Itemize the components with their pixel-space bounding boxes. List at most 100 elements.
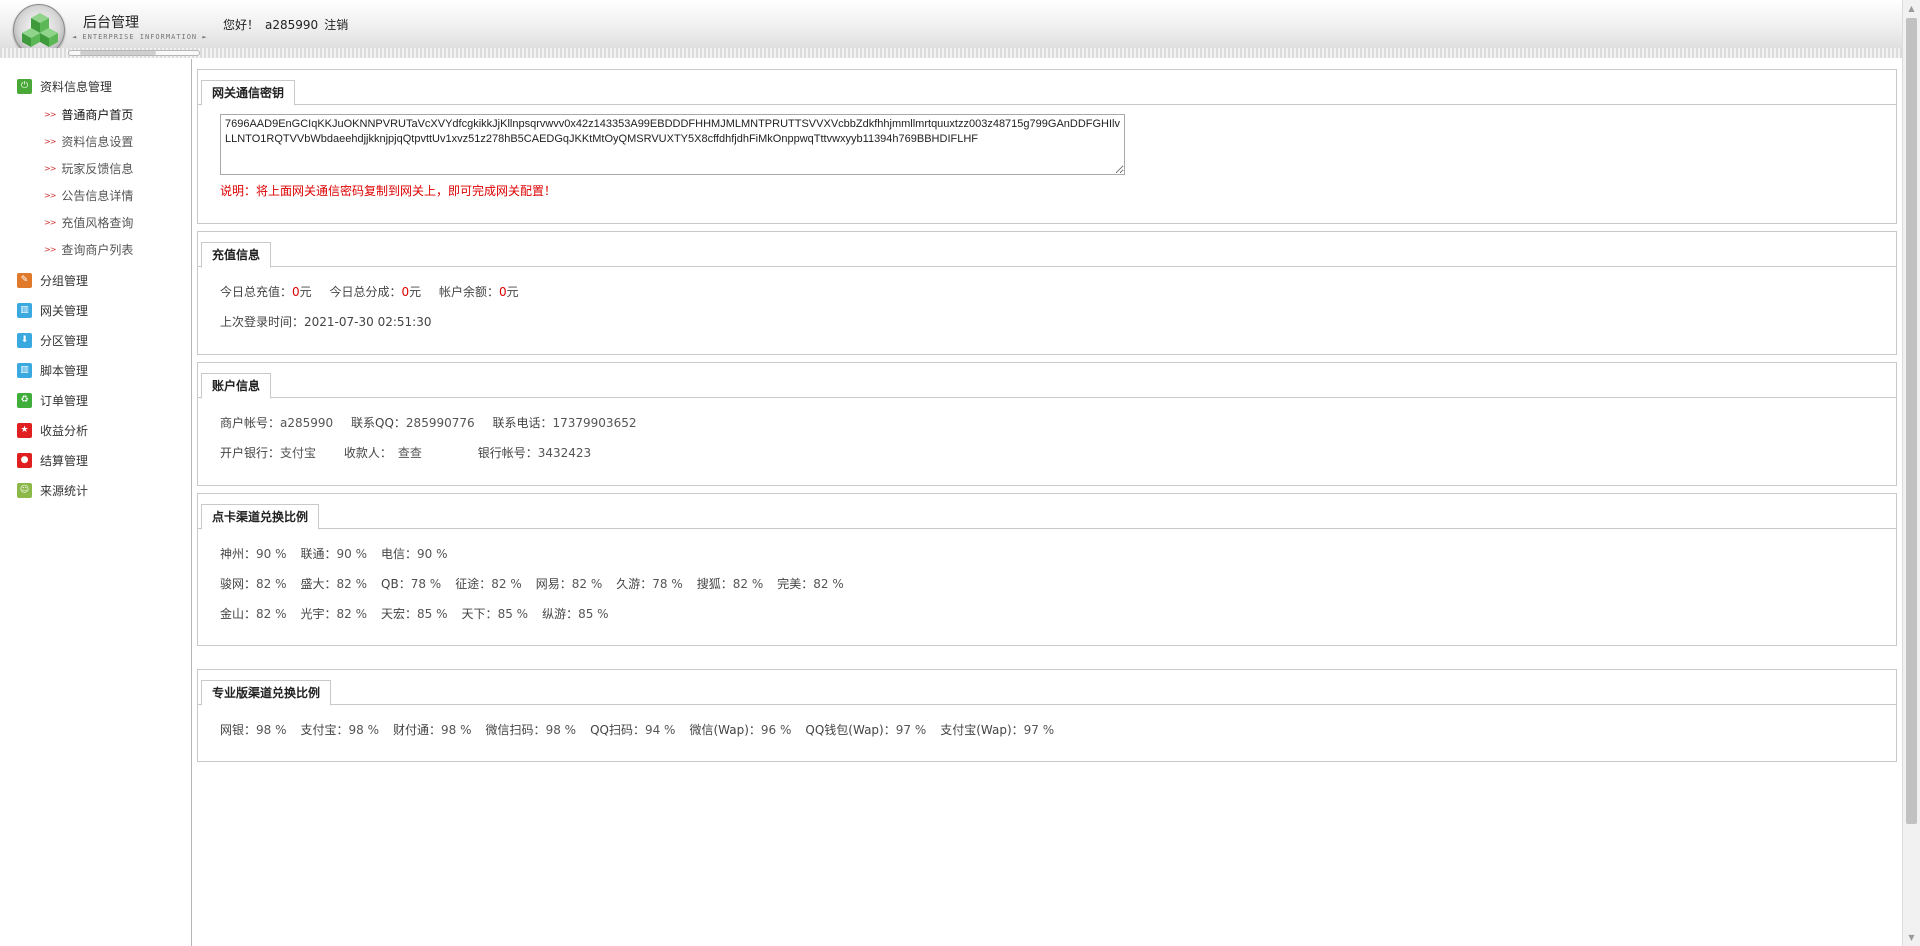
rate-item: QQ扫码：94 %	[590, 715, 675, 745]
card-rate-row: 金山：82 % 光宇：82 % 天宏：85 % 天下：85 % 纵游：85 %	[220, 599, 1874, 629]
rate-value: 90 %	[256, 547, 287, 561]
label: 今日总分成：	[329, 285, 402, 299]
today-total-share: 今日总分成：0元	[330, 277, 422, 307]
scroll-up-arrow-icon[interactable]: ▲	[1903, 0, 1920, 17]
rate-item: 骏网：82 %	[220, 569, 287, 599]
sidebar-group[interactable]: ⏻ 资料信息管理	[0, 71, 191, 101]
rate-name: 盛大：	[300, 577, 337, 591]
unit: 元	[409, 285, 422, 299]
download-icon: ⬇	[17, 332, 32, 348]
contact-qq-value: 285990776	[405, 416, 475, 430]
scroll-down-arrow-icon[interactable]: ▼	[1903, 929, 1920, 946]
last-login-label: 上次登录时间：	[220, 315, 305, 329]
sidebar-group-label: 订单管理	[40, 393, 89, 408]
label: 帐户余额：	[439, 285, 500, 299]
sidebar-subitem[interactable]: >> 普通商户首页	[0, 101, 191, 128]
account-row-2: 开户银行：支付宝 收款人： 查查 银行帐号：3432423	[220, 438, 1874, 468]
sidebar-group[interactable]: ★ 收益分析	[0, 415, 191, 445]
sidebar-subitem[interactable]: >> 充值风格查询	[0, 209, 191, 236]
panel-header: 点卡渠道兑换比例	[198, 494, 1896, 530]
double-chevron-right-icon: >>	[44, 110, 56, 119]
sidebar-subitem-label: 公告信息详情	[61, 189, 134, 203]
sidebar-group[interactable]: ☺ 来源统计	[0, 475, 191, 505]
rate-value: 98 %	[348, 723, 380, 737]
tab-gateway-key[interactable]: 网关通信密钥	[201, 80, 296, 106]
sidebar-group[interactable]: ▥ 脚本管理	[0, 355, 191, 385]
double-chevron-right-icon: >>	[44, 137, 56, 146]
rate-name: 光宇：	[300, 607, 337, 621]
sidebar-group-label: 分组管理	[40, 273, 89, 288]
sidebar-subitem[interactable]: >> 查询商户列表	[0, 236, 191, 263]
today-total-value: 0	[292, 285, 300, 299]
recharge-row: 今日总充值：0元 今日总分成：0元 帐户余额：0元	[220, 277, 1874, 307]
smiley-icon: ☺	[17, 482, 32, 498]
vertical-scrollbar[interactable]: ▲ ▼	[1902, 0, 1920, 946]
label: 银行帐号：	[477, 446, 538, 460]
rate-name: 金山：	[220, 607, 257, 621]
header-slider-thumb[interactable]	[80, 51, 156, 55]
play-icon: ●	[17, 452, 32, 468]
sidebar-group-label: 脚本管理	[40, 363, 89, 378]
greeting-text: 您好！	[223, 18, 260, 32]
rate-name: QQ扫码：	[590, 723, 645, 737]
sidebar-group[interactable]: ♻ 订单管理	[0, 385, 191, 415]
rate-value: 90 %	[336, 547, 368, 561]
sidebar-group[interactable]: ✎ 分组管理	[0, 265, 191, 295]
rate-item: 完美：82 %	[777, 569, 844, 599]
star-icon: ★	[17, 422, 32, 438]
rate-item: 天下：85 %	[462, 599, 529, 629]
sidebar-subitem[interactable]: >> 玩家反馈信息	[0, 155, 191, 182]
rate-value: 85 %	[497, 607, 529, 621]
label: 联系QQ：	[351, 416, 406, 430]
rate-value: 82 %	[256, 577, 287, 591]
tab-account-info[interactable]: 账户信息	[201, 373, 272, 399]
tab-recharge-info[interactable]: 充值信息	[201, 242, 272, 268]
sidebar-subitem[interactable]: >> 资料信息设置	[0, 128, 191, 155]
panel-header: 专业版渠道兑换比例	[198, 670, 1896, 706]
logout-link[interactable]: 注销	[324, 18, 348, 32]
contact-phone-value: 17379903652	[552, 416, 637, 430]
gateway-key-panel: 网关通信密钥 7696AAD9EnGCIqKKJuOKNNPVRUTaVcXVY…	[197, 69, 1897, 224]
gateway-key-textarea[interactable]: 7696AAD9EnGCIqKKJuOKNNPVRUTaVcXVYdfcgkik…	[220, 114, 1125, 175]
sidebar-subitem-label: 资料信息设置	[61, 135, 134, 149]
rate-name: 纵游：	[542, 607, 579, 621]
sidebar-group[interactable]: ⬇ 分区管理	[0, 325, 191, 355]
rate-name: 网易：	[535, 577, 572, 591]
contact-phone: 联系电话：17379903652	[492, 408, 636, 438]
user-greeting: 您好！ a285990 注销	[223, 16, 354, 33]
rate-name: 天宏：	[381, 607, 418, 621]
sidebar-subitem-label: 查询商户列表	[61, 243, 134, 257]
balance-value: 0	[499, 285, 507, 299]
rate-value: 98 %	[441, 723, 472, 737]
top-header: 后台管理 ◄ ENTERPRISE INFORMATION ► 您好！ a2859…	[0, 0, 1902, 58]
unit: 元	[506, 285, 519, 299]
tab-pro-rates[interactable]: 专业版渠道兑换比例	[201, 680, 332, 706]
sidebar-subitem[interactable]: >> 公告信息详情	[0, 182, 191, 209]
rate-value: 98 %	[256, 723, 287, 737]
rate-item: 电信：90 %	[381, 539, 448, 569]
power-icon: ⏻	[17, 78, 32, 94]
panel-body: 商户帐号：a285990 联系QQ：285990776 联系电话：1737990…	[198, 398, 1896, 478]
sidebar-group[interactable]: ● 结算管理	[0, 445, 191, 475]
scrollbar-thumb[interactable]	[1906, 18, 1917, 824]
gateway-key-note: 说明：将上面网关通信密码复制到网关上，即可完成网关配置！	[220, 184, 557, 198]
tab-card-rates[interactable]: 点卡渠道兑换比例	[201, 504, 320, 530]
panel-body: 7696AAD9EnGCIqKKJuOKNNPVRUTaVcXVYdfcgkik…	[198, 105, 1896, 209]
sidebar-subitem-label: 玩家反馈信息	[61, 162, 134, 176]
rate-item: 支付宝：98 %	[301, 715, 380, 745]
rate-name: 微信扫码：	[485, 723, 546, 737]
rate-item: 久游：78 %	[616, 569, 683, 599]
panel-body: 今日总充值：0元 今日总分成：0元 帐户余额：0元 上次登录时间：2021-07…	[198, 267, 1896, 347]
panel-body: 神州：90 % 联通：90 % 电信：90 % 骏网：82 % 盛大：82 % QB：78…	[198, 529, 1896, 639]
rate-name: 联通：	[300, 547, 337, 561]
card-rate-row: 神州：90 % 联通：90 % 电信：90 %	[220, 539, 1874, 569]
rate-value: 78 %	[410, 577, 442, 591]
account-balance: 帐户余额：0元	[439, 277, 519, 307]
rate-item: 搜狐：82 %	[697, 569, 764, 599]
rate-name: 支付宝(Wap)：	[940, 723, 1024, 737]
bank-account-value: 3432423	[537, 446, 592, 460]
payee: 收款人： 查查	[344, 438, 422, 468]
username: a285990	[265, 18, 319, 32]
rate-value: 96 %	[760, 723, 792, 737]
sidebar-group[interactable]: ▥ 网关管理	[0, 295, 191, 325]
